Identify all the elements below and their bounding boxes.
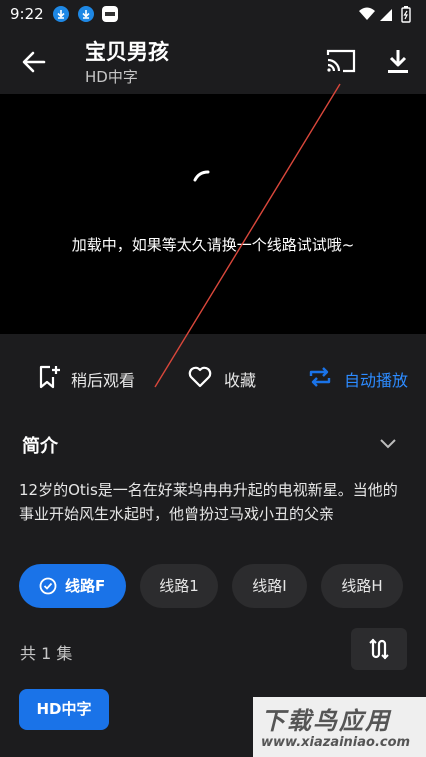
page-subtitle: HD中字 — [85, 68, 138, 86]
watermark-text: 下载鸟应用 — [261, 707, 391, 735]
video-player[interactable]: 加载中，如果等太久请换一个线路试试哦~ — [0, 94, 426, 334]
autoplay-toggle[interactable]: 自动播放 — [307, 354, 417, 400]
status-bar: 9:22 — [0, 0, 426, 28]
line-option-i[interactable]: 线路I — [232, 564, 307, 608]
status-system-icons — [359, 6, 411, 23]
app-header: 宝贝男孩 HD中字 — [0, 28, 426, 94]
line-option-label: 线路F — [65, 577, 106, 595]
status-time: 9:22 — [10, 5, 44, 23]
episode-count: 共 1 集 — [20, 644, 73, 663]
back-arrow-icon[interactable] — [20, 48, 48, 76]
download-icon[interactable] — [385, 48, 411, 76]
intro-description: 12岁的Otis是一名在好莱坞冉冉升起的电视新星。当他的事业开始风生水起时，他曾… — [19, 481, 398, 523]
favorite-label: 收藏 — [224, 371, 257, 390]
intro-heading: 简介 — [22, 436, 58, 457]
action-row: 稍后观看 收藏 自动播放 — [0, 354, 426, 400]
autoplay-label: 自动播放 — [344, 371, 409, 390]
watermark-url: www.xiazainiao.com — [261, 735, 411, 750]
line-option-label: 线路H — [341, 577, 383, 595]
watermark-logo: 下载鸟应用 www.xiazainiao.com — [253, 697, 426, 757]
chevron-down-icon[interactable] — [379, 436, 397, 450]
line-option-h[interactable]: 线路H — [321, 564, 403, 608]
episode-item[interactable]: HD中字 — [19, 689, 109, 730]
download-notification-icon — [53, 6, 69, 22]
page-title: 宝贝男孩 — [85, 40, 169, 64]
line-option-label: 线路1 — [159, 577, 199, 595]
hms-icon — [102, 6, 118, 22]
download-notification-icon — [78, 6, 94, 22]
sort-order-icon — [369, 638, 389, 660]
line-option-label: 线路I — [252, 577, 287, 595]
watch-later-label: 稍后观看 — [71, 371, 136, 390]
cast-icon[interactable] — [326, 48, 356, 74]
repeat-icon — [309, 367, 331, 387]
sort-button[interactable] — [351, 628, 407, 670]
bookmark-add-icon — [39, 365, 60, 389]
line-option-1[interactable]: 线路1 — [140, 564, 218, 608]
check-circle-icon — [39, 577, 57, 595]
loading-message: 加载中，如果等太久请换一个线路试试哦~ — [71, 236, 355, 254]
favorite-button[interactable]: 收藏 — [187, 354, 267, 400]
watch-later-button[interactable]: 稍后观看 — [36, 354, 146, 400]
line-option-f[interactable]: 线路F — [19, 564, 126, 608]
loading-spinner-icon — [193, 170, 210, 182]
heart-icon — [188, 366, 212, 388]
